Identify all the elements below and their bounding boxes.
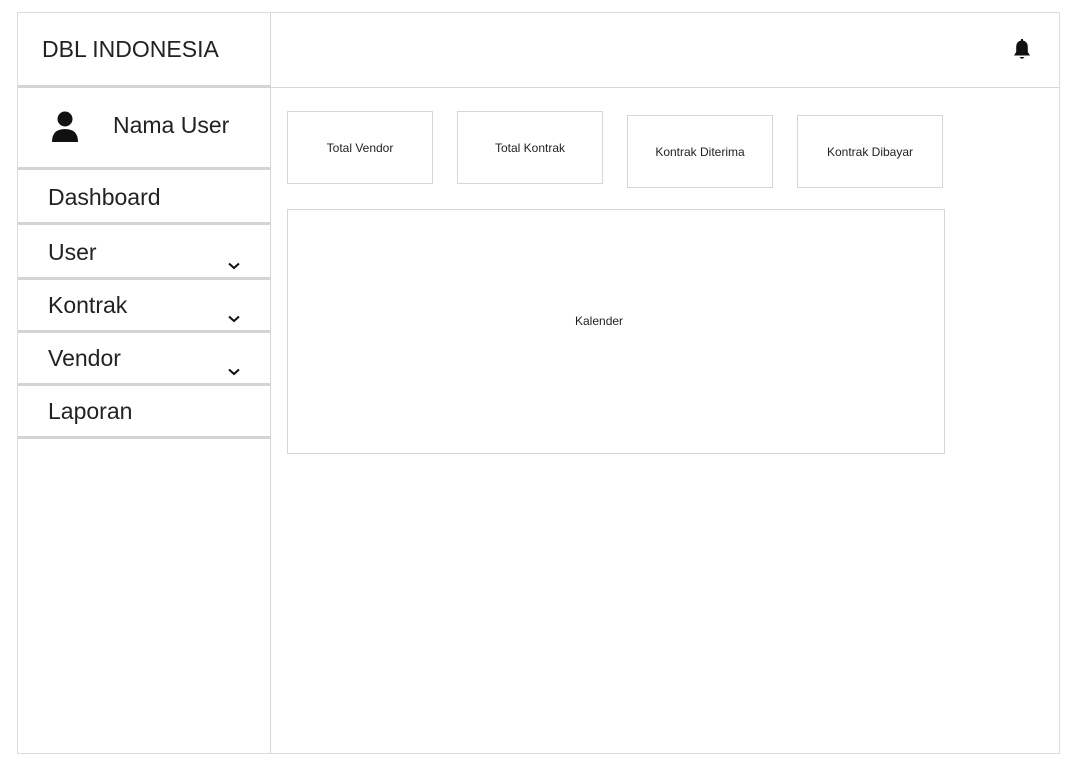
user-name: Nama User: [113, 112, 230, 138]
sidebar: DBL INDONESIA Nama User Dashboard User K…: [18, 13, 271, 753]
card-total-vendor[interactable]: Total Vendor: [287, 111, 433, 184]
sidebar-item-laporan[interactable]: Laporan: [18, 387, 270, 439]
sidebar-item-dashboard[interactable]: Dashboard: [18, 173, 270, 225]
app-frame: DBL INDONESIA Nama User Dashboard User K…: [17, 12, 1060, 754]
user-icon: [51, 111, 79, 143]
calendar-panel[interactable]: Kalender: [287, 209, 945, 454]
card-total-kontrak[interactable]: Total Kontrak: [457, 111, 603, 184]
card-label: Total Kontrak: [494, 140, 566, 155]
chevron-down-icon: [228, 302, 240, 322]
card-label: Kontrak Dibayar: [826, 144, 914, 159]
sidebar-item-label: User: [48, 239, 97, 265]
chevron-down-icon: [228, 249, 240, 269]
sidebar-item-label: Vendor: [48, 345, 121, 371]
card-label: Total Vendor: [326, 140, 394, 155]
sidebar-item-label: Dashboard: [48, 184, 161, 210]
chevron-down-icon: [228, 355, 240, 375]
calendar-label: Kalender: [575, 314, 624, 328]
sidebar-item-user[interactable]: User: [18, 228, 270, 280]
user-panel: Nama User: [18, 91, 270, 170]
bell-icon[interactable]: [1013, 39, 1031, 61]
topbar: [271, 13, 1059, 88]
card-kontrak-diterima[interactable]: Kontrak Diterima: [627, 115, 773, 188]
card-label: Kontrak Diterima: [655, 144, 745, 159]
sidebar-item-kontrak[interactable]: Kontrak: [18, 281, 270, 333]
card-kontrak-dibayar[interactable]: Kontrak Dibayar: [797, 115, 943, 188]
sidebar-item-label: Laporan: [48, 398, 133, 424]
brand-title: DBL INDONESIA: [18, 13, 270, 88]
sidebar-item-vendor[interactable]: Vendor: [18, 334, 270, 386]
main-content: Total Vendor Total Kontrak Kontrak Diter…: [271, 13, 1059, 753]
sidebar-item-label: Kontrak: [48, 292, 128, 318]
